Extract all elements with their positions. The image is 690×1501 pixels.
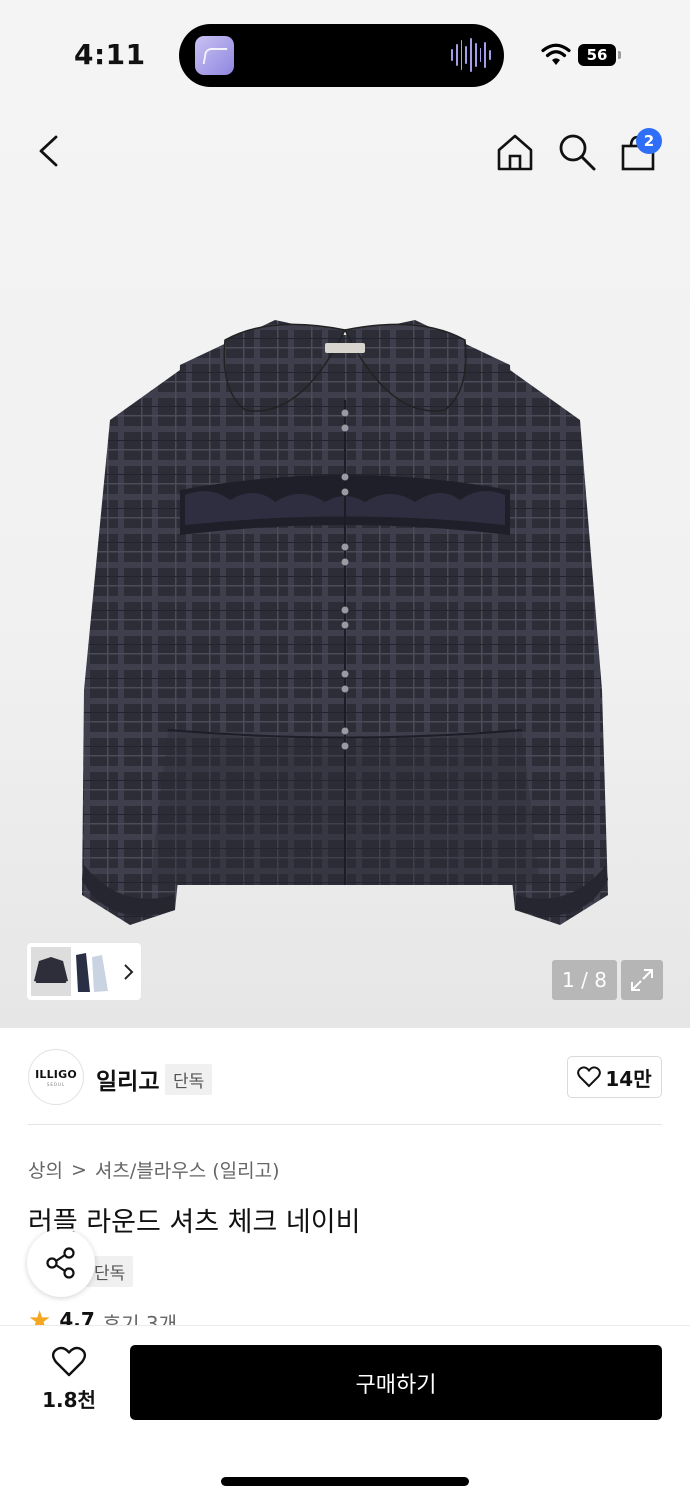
fullscreen-button[interactable] xyxy=(621,960,663,1000)
back-button[interactable] xyxy=(26,129,70,173)
product-photo-blouse xyxy=(82,320,608,925)
battery-level: 56 xyxy=(578,44,616,66)
star-icon: ★ xyxy=(28,1308,52,1326)
search-icon xyxy=(559,134,596,171)
rating-value: 4.7 xyxy=(59,1308,95,1326)
breadcrumb-separator: > xyxy=(70,1158,87,1181)
heart-icon xyxy=(51,1346,87,1377)
audio-waveform-icon xyxy=(451,38,492,72)
battery-indicator: 56 xyxy=(578,44,622,66)
cart-count-badge: 2 xyxy=(636,128,662,154)
rating-row[interactable]: ★ 4.7 후기 3개 xyxy=(28,1308,177,1326)
home-indicator xyxy=(221,1477,469,1486)
home-icon xyxy=(497,134,533,171)
brand-name-link[interactable]: 일리고 xyxy=(96,1062,159,1096)
thumbnail-navy-front[interactable] xyxy=(31,947,71,996)
breadcrumb-subcategory[interactable]: 셔츠/블라우스 (일리고) xyxy=(95,1156,280,1183)
divider xyxy=(28,1124,662,1125)
expand-icon xyxy=(631,969,653,991)
brand-logo-subtext: SEOUL xyxy=(46,1081,66,1087)
thumbnail-strip[interactable] xyxy=(27,943,141,1000)
share-button[interactable] xyxy=(27,1229,95,1297)
buy-button[interactable]: 구매하기 xyxy=(130,1345,662,1420)
share-icon xyxy=(46,1247,75,1279)
brand-like-count: 14만 xyxy=(605,1066,652,1091)
brand-logo[interactable]: ILLIGO SEOUL xyxy=(28,1049,84,1105)
wifi-icon xyxy=(541,43,571,65)
product-image-gallery[interactable]: 4:11 56 2 1 / 8 xyxy=(0,0,690,1028)
heart-icon xyxy=(577,1066,602,1088)
thumbnail-navy-side[interactable] xyxy=(72,947,112,996)
brand-like-button[interactable]: 14만 xyxy=(567,1056,662,1098)
wishlist-button[interactable]: 1.8천 xyxy=(36,1346,102,1413)
search-button[interactable] xyxy=(555,130,599,174)
image-counter: 1 / 8 xyxy=(552,960,617,1000)
chevron-left-icon xyxy=(39,135,58,167)
wishlist-count: 1.8천 xyxy=(42,1388,96,1412)
thumbnail-image xyxy=(76,953,108,992)
breadcrumb-category[interactable]: 상의 xyxy=(28,1156,63,1183)
exclusive-badge: 단독 xyxy=(165,1064,213,1095)
chevron-right-icon[interactable] xyxy=(122,963,134,981)
brand-logo-text: ILLIGO xyxy=(35,1067,77,1081)
status-time: 4:11 xyxy=(74,38,146,71)
review-count[interactable]: 후기 3개 xyxy=(103,1308,177,1326)
home-button[interactable] xyxy=(493,130,537,174)
now-playing-app-icon xyxy=(195,36,234,75)
breadcrumb: 상의 > 셔츠/블라우스 (일리고) xyxy=(28,1156,279,1183)
thumbnail-image xyxy=(34,957,68,983)
